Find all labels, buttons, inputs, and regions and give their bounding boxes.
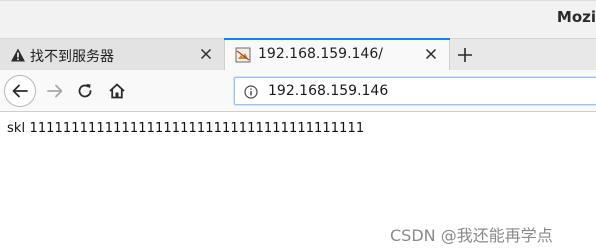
page-content: skl 111111111111111111111111111111111111… xyxy=(0,113,596,252)
url-text[interactable]: 192.168.159.146 xyxy=(268,83,388,99)
plus-icon xyxy=(458,48,472,62)
tab-strip: 找不到服务器 192.168.159.146/ xyxy=(0,38,596,71)
csdn-watermark: CSDN @我还能再学点 xyxy=(390,226,553,245)
back-arrow-icon xyxy=(12,84,28,98)
broken-image-icon xyxy=(235,47,251,63)
titlebar-edge xyxy=(0,0,596,1)
tab-current-page[interactable]: 192.168.159.146/ xyxy=(224,38,450,71)
new-tab-button[interactable] xyxy=(452,43,478,67)
window-titlebar: Mozi xyxy=(0,0,596,38)
reload-icon xyxy=(78,84,92,98)
close-tab-icon[interactable] xyxy=(196,44,216,64)
window-title: Mozi xyxy=(556,8,596,26)
home-button[interactable] xyxy=(102,76,132,106)
warning-icon xyxy=(10,47,26,63)
page-body-text: skl 111111111111111111111111111111111111… xyxy=(7,121,365,136)
forward-arrow-icon xyxy=(47,84,63,98)
navigation-toolbar: 192.168.159.146 xyxy=(0,70,596,112)
forward-button[interactable] xyxy=(40,76,70,106)
close-tab-icon[interactable] xyxy=(421,44,441,64)
info-icon[interactable] xyxy=(244,84,258,99)
back-button[interactable] xyxy=(4,75,36,107)
tab-server-not-found[interactable]: 找不到服务器 xyxy=(0,39,224,71)
tab-label: 找不到服务器 xyxy=(30,49,114,65)
reload-button[interactable] xyxy=(70,76,100,106)
address-bar[interactable]: 192.168.159.146 xyxy=(234,77,596,105)
tab-label: 192.168.159.146/ xyxy=(258,46,383,62)
home-icon xyxy=(109,83,125,99)
